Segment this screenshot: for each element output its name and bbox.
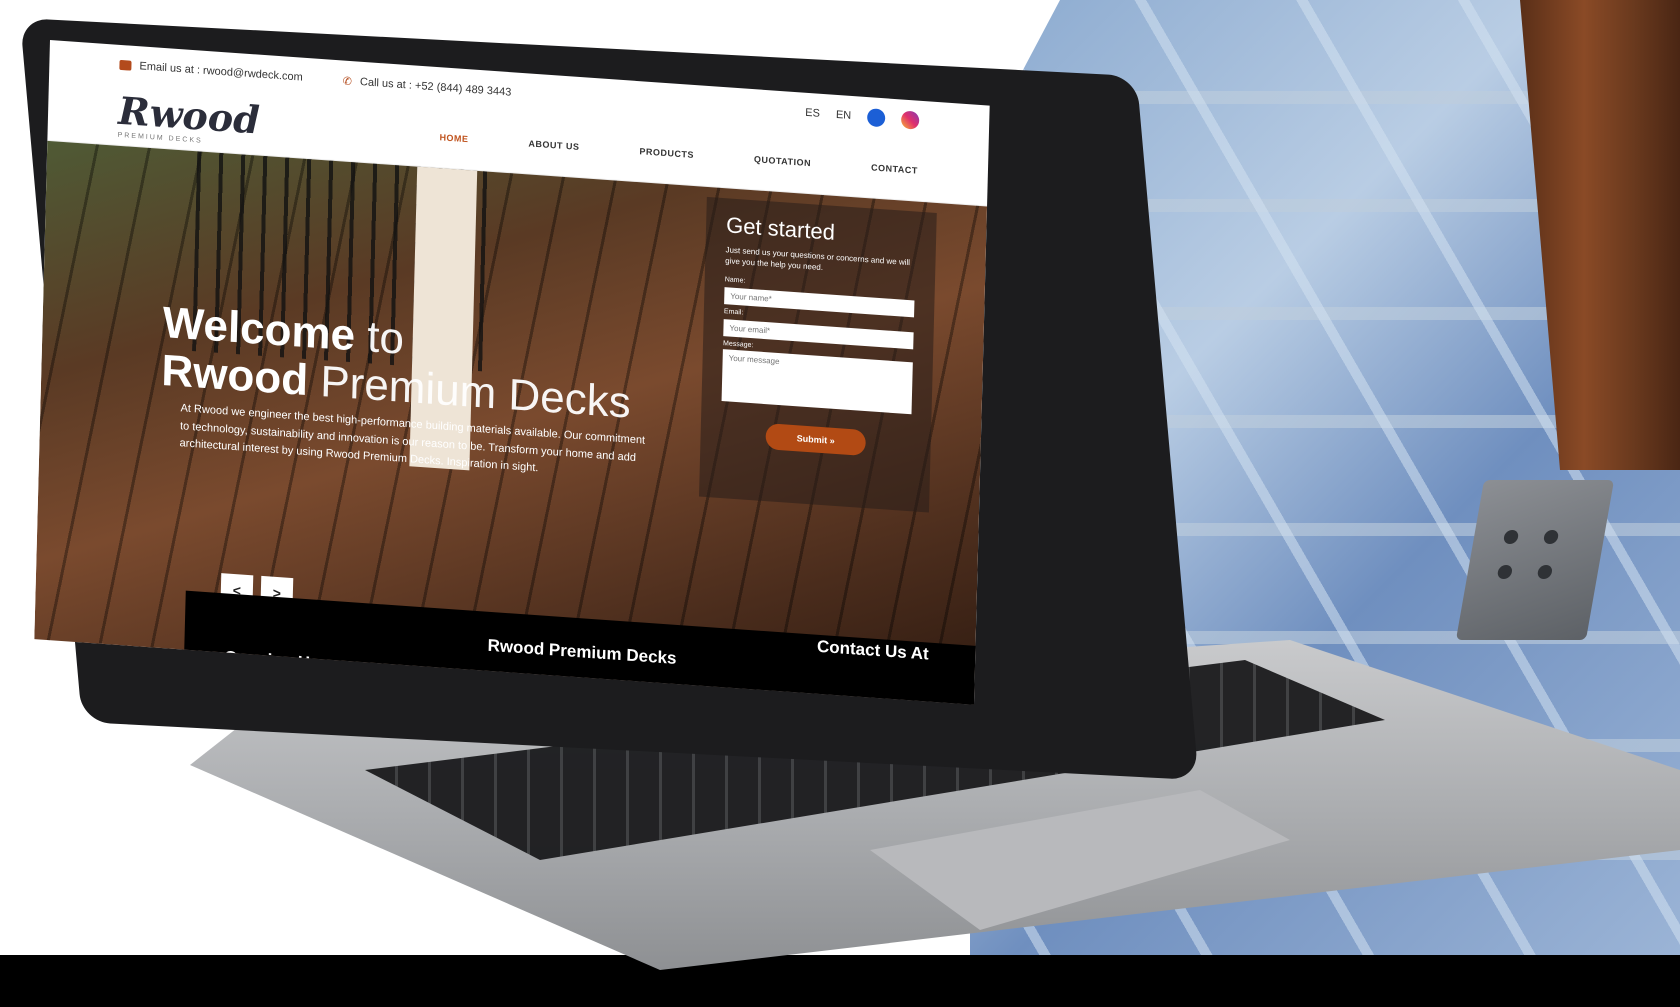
instagram-icon[interactable] <box>900 110 920 130</box>
nav-products[interactable]: PRODUCTS <box>639 146 694 160</box>
contact-form: Get started Just send us your questions … <box>699 196 937 513</box>
logo[interactable]: Rwood PREMIUM DECKS <box>118 87 261 148</box>
main-menu: HOME ABOUT US PRODUCTS QUOTATION CONTACT <box>439 132 918 175</box>
message-input[interactable] <box>721 349 913 415</box>
nav-quotation[interactable]: QUOTATION <box>754 154 811 168</box>
nav-contact[interactable]: CONTACT <box>871 162 918 175</box>
laptop-screen: Email us at : rwood@rwdeck.com ✆ Call us … <box>34 40 990 705</box>
mail-icon <box>119 59 132 71</box>
phone-icon: ✆ <box>342 74 353 88</box>
language-en[interactable]: EN <box>836 109 852 122</box>
phone-info[interactable]: ✆ Call us at : +52 (844) 489 3443 <box>343 74 512 99</box>
nav-about-us[interactable]: ABOUT US <box>528 138 579 152</box>
language-es[interactable]: ES <box>805 107 820 120</box>
submit-button[interactable]: Submit » <box>765 423 866 457</box>
bottom-band <box>0 955 1680 1007</box>
nav-home[interactable]: HOME <box>439 132 468 144</box>
facebook-icon[interactable] <box>866 108 886 128</box>
footer-brand: Rwood Premium Decks <box>487 635 677 668</box>
footer-contact: Contact Us At <box>816 636 929 664</box>
email-info[interactable]: Email us at : rwood@rwdeck.com <box>119 59 303 84</box>
hero-section: Welcome to Rwood Premium Decks At Rwood … <box>34 140 988 705</box>
